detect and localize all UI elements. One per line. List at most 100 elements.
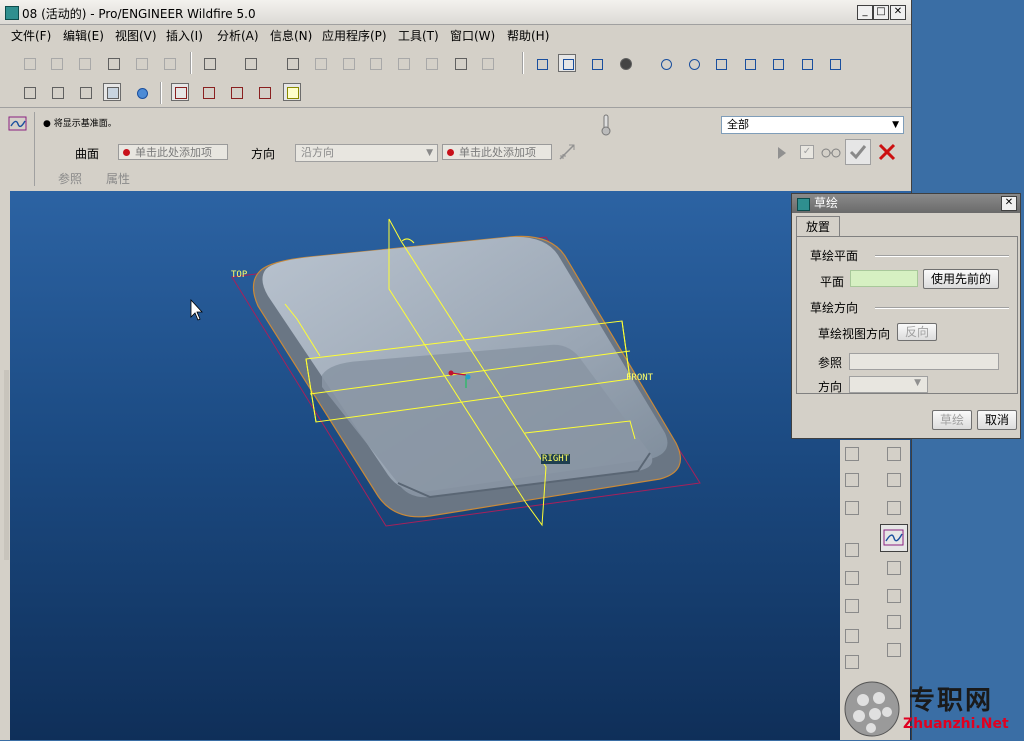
cut-icon[interactable] <box>283 54 301 72</box>
datum-axis-tool-icon[interactable] <box>842 470 862 490</box>
grid-icon[interactable] <box>884 444 904 464</box>
sketch-button[interactable]: 草绘 <box>932 410 972 430</box>
tab-references[interactable]: 参照 <box>58 170 82 187</box>
grid-icon[interactable] <box>884 498 904 518</box>
section-divider <box>875 255 1009 257</box>
view-direction-label: 草绘视图方向 <box>818 327 891 341</box>
wireframe-icon[interactable] <box>20 83 38 101</box>
datum-plane-edge <box>401 238 415 244</box>
refit-icon[interactable] <box>711 54 729 72</box>
print-icon[interactable] <box>104 54 122 72</box>
menu-window[interactable]: 窗口(W) <box>450 27 495 44</box>
layers-icon[interactable] <box>797 54 815 72</box>
blend-tool-icon[interactable] <box>842 626 862 646</box>
paste-special-icon[interactable] <box>366 54 384 72</box>
message-line: ● 将显示基准面。 <box>43 119 117 129</box>
regenerate-manager-icon[interactable] <box>422 54 440 72</box>
toolbar-standard <box>0 52 911 78</box>
graphics-window[interactable]: TOP FRONT RIGHT <box>10 191 911 740</box>
surface-collector[interactable]: 单击此处添加项 <box>118 144 228 160</box>
menu-analysis[interactable]: 分析(A) <box>217 27 259 44</box>
open-file-icon[interactable] <box>47 54 65 72</box>
round-tool-icon[interactable] <box>884 586 904 606</box>
datum-plane-tool-icon[interactable] <box>842 444 862 464</box>
viewport-sash[interactable] <box>4 370 9 560</box>
datum-planes-display-icon[interactable] <box>171 83 189 101</box>
saved-views-icon[interactable] <box>768 54 786 72</box>
sweep-tool-icon[interactable] <box>842 596 862 616</box>
menu-view[interactable]: 视图(V) <box>115 27 157 44</box>
zoom-in-icon[interactable] <box>656 54 674 72</box>
hole-tool-icon[interactable] <box>842 652 862 672</box>
appearance-gallery-icon[interactable] <box>616 54 634 72</box>
coordinate-systems-display-icon[interactable] <box>255 83 273 101</box>
menu-applications[interactable]: 应用程序(P) <box>322 27 387 44</box>
menu-info[interactable]: 信息(N) <box>270 27 312 44</box>
redraw-icon[interactable] <box>532 54 550 72</box>
apply-checkmark-button[interactable] <box>845 139 871 165</box>
find-icon[interactable] <box>451 54 469 72</box>
pause-icon[interactable] <box>776 146 788 160</box>
hidden-line-icon[interactable] <box>48 83 66 101</box>
sketch-dialog: 草绘 ✕ 放置 草绘平面 平面 使用先前的 草绘方向 草绘视图方向 反向 参照 … <box>791 193 1021 439</box>
preview-checkbox[interactable]: ✓ <box>800 145 814 159</box>
plane-field[interactable] <box>850 270 918 287</box>
direction-select[interactable]: 沿方向 ▼ <box>295 144 438 162</box>
flip-direction-icon[interactable] <box>558 143 576 161</box>
copy-icon[interactable] <box>311 54 329 72</box>
orientation-select[interactable]: ▼ <box>849 376 928 393</box>
enhanced-realism-icon[interactable] <box>132 83 150 101</box>
reference-field[interactable] <box>849 353 999 370</box>
annotation-display-icon[interactable] <box>283 83 301 101</box>
paste-icon[interactable] <box>339 54 357 72</box>
menu-help[interactable]: 帮助(H) <box>507 27 549 44</box>
reorient-icon[interactable] <box>740 54 758 72</box>
no-hidden-icon[interactable] <box>76 83 94 101</box>
menu-insert[interactable]: 插入(I) <box>166 27 203 44</box>
view-manager-icon[interactable] <box>825 54 843 72</box>
arrow-icon[interactable] <box>884 558 904 578</box>
draft-tool-icon[interactable] <box>884 640 904 660</box>
use-previous-button[interactable]: 使用先前的 <box>923 269 999 289</box>
email-icon[interactable] <box>132 54 150 72</box>
close-button[interactable]: ✕ <box>890 5 906 20</box>
datum-axes-display-icon[interactable] <box>199 83 217 101</box>
direction-collector[interactable]: 单击此处添加项 <box>442 144 552 160</box>
minimize-button[interactable]: _ <box>857 5 873 20</box>
verify-glasses-icon[interactable] <box>820 145 842 159</box>
tab-properties[interactable]: 属性 <box>106 170 130 187</box>
filter-select[interactable]: 全部 ▼ <box>721 116 904 134</box>
model-view[interactable] <box>10 191 911 740</box>
zoom-out-icon[interactable] <box>684 54 702 72</box>
menu-file[interactable]: 文件(F) <box>11 27 51 44</box>
email-link-icon[interactable] <box>160 54 178 72</box>
menu-edit[interactable]: 编辑(E) <box>63 27 104 44</box>
orient-mode-icon[interactable] <box>587 54 605 72</box>
undo-icon[interactable] <box>200 54 218 72</box>
spin-center-icon[interactable] <box>558 54 576 72</box>
new-file-icon[interactable] <box>20 54 38 72</box>
tab-placement[interactable]: 放置 <box>796 216 840 237</box>
square-icon[interactable] <box>884 470 904 490</box>
datum-points-display-icon[interactable] <box>227 83 245 101</box>
dashboard-divider <box>34 112 35 186</box>
sketch-tool-icon[interactable] <box>880 524 908 552</box>
regenerate-icon[interactable] <box>394 54 412 72</box>
revolve-tool-icon[interactable] <box>842 568 862 588</box>
mouse-pointer-icon <box>190 298 203 321</box>
datum-point-tool-icon[interactable] <box>842 498 862 518</box>
select-box-icon[interactable] <box>478 54 496 72</box>
extrude-tool-icon[interactable] <box>842 540 862 560</box>
save-icon[interactable] <box>75 54 93 72</box>
dialog-close-button[interactable]: ✕ <box>1001 196 1017 211</box>
menu-tools[interactable]: 工具(T) <box>398 27 439 44</box>
chamfer-tool-icon[interactable] <box>884 612 904 632</box>
maximize-button[interactable]: □ <box>873 5 889 20</box>
flip-button[interactable]: 反向 <box>897 323 937 341</box>
thermometer-icon <box>600 114 612 136</box>
chevron-down-icon: ▼ <box>426 148 433 158</box>
shading-icon[interactable] <box>103 83 121 101</box>
cancel-button[interactable]: 取消 <box>977 410 1017 430</box>
redo-icon[interactable] <box>241 54 259 72</box>
cancel-x-button[interactable] <box>877 142 897 162</box>
